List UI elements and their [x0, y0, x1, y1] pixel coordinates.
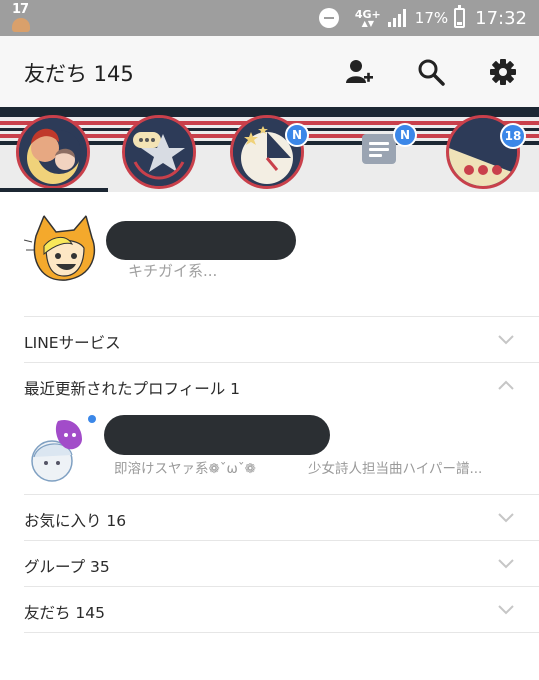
- friend-status-message: 即溶けスヤァ系❁ˇωˇ❁: [114, 461, 256, 477]
- section-favorites[interactable]: お気に入り 16: [0, 495, 539, 540]
- profile-status-message: キチガイ系...: [128, 262, 218, 280]
- settings-icon: [490, 59, 516, 85]
- tab-count-badge: 18: [500, 123, 526, 149]
- divider: [24, 632, 539, 633]
- status-bar: 17 4G+ ▲▼ 17% 17:32: [0, 0, 539, 36]
- list-item[interactable]: 即溶けスヤァ系❁ˇωˇ❁ 少女詩人担当曲ハイパー譜...: [0, 407, 539, 492]
- tab-strip: N N 18: [0, 107, 539, 192]
- chevron-down-icon: [498, 335, 514, 345]
- section-friends[interactable]: 友だち 145: [0, 587, 539, 632]
- settings-button[interactable]: [485, 54, 521, 90]
- tab-theme-1[interactable]: [16, 115, 90, 189]
- notification-text: 17: [12, 2, 29, 17]
- profile-character-image: [22, 210, 108, 296]
- avatar[interactable]: [24, 415, 94, 485]
- tab-star-image: [125, 118, 193, 186]
- section-label: グループ 35: [24, 558, 110, 576]
- notification-app-icon: [12, 18, 30, 32]
- battery-icon: [454, 5, 466, 28]
- section-label: 友だち 145: [24, 604, 106, 622]
- dnd-icon: [318, 8, 339, 28]
- chevron-down-icon: [498, 513, 514, 523]
- add-friend-button[interactable]: [341, 54, 377, 90]
- section-groups[interactable]: グループ 35: [0, 541, 539, 586]
- add-friend-icon: [346, 60, 373, 83]
- section-label: 最近更新されたプロフィール 1: [24, 380, 240, 398]
- section-label: LINEサービス: [24, 334, 121, 352]
- section-recently-updated[interactable]: 最近更新されたプロフィール 1: [0, 363, 539, 408]
- avatar[interactable]: [22, 210, 108, 296]
- profile-name-redacted: [106, 221, 296, 260]
- friend-music-text: 少女詩人担当曲ハイパー譜...: [308, 461, 483, 477]
- section-label: お気に入り 16: [24, 512, 127, 530]
- clock: 17:32: [475, 7, 527, 29]
- signal-icon: [387, 9, 406, 27]
- friend-character-image: [24, 415, 94, 485]
- tab-character-image: [19, 118, 87, 186]
- network-indicator: 4G+ ▲▼: [355, 9, 381, 28]
- search-button[interactable]: [413, 54, 449, 90]
- my-profile-row[interactable]: キチガイ系...: [0, 192, 539, 316]
- chevron-down-icon: [498, 559, 514, 569]
- tab-memo-icon[interactable]: [362, 134, 396, 164]
- network-type: 4G+: [354, 7, 381, 21]
- battery-percent: 17%: [414, 9, 449, 27]
- section-line-services[interactable]: LINEサービス: [0, 317, 539, 362]
- tab-new-badge: N: [285, 123, 309, 147]
- app-header: 友だち 145: [0, 36, 539, 107]
- friend-name-redacted: [104, 415, 330, 455]
- tab-theme-2[interactable]: [122, 115, 196, 189]
- new-update-dot: [88, 415, 96, 423]
- notification-area: 17: [12, 3, 30, 32]
- chevron-up-icon: [498, 380, 514, 390]
- data-arrows-icon: ▲▼: [361, 18, 374, 28]
- search-icon: [418, 59, 445, 86]
- page-title: 友だち 145: [24, 62, 134, 86]
- tab-new-badge: N: [393, 123, 417, 147]
- chevron-down-icon: [498, 605, 514, 615]
